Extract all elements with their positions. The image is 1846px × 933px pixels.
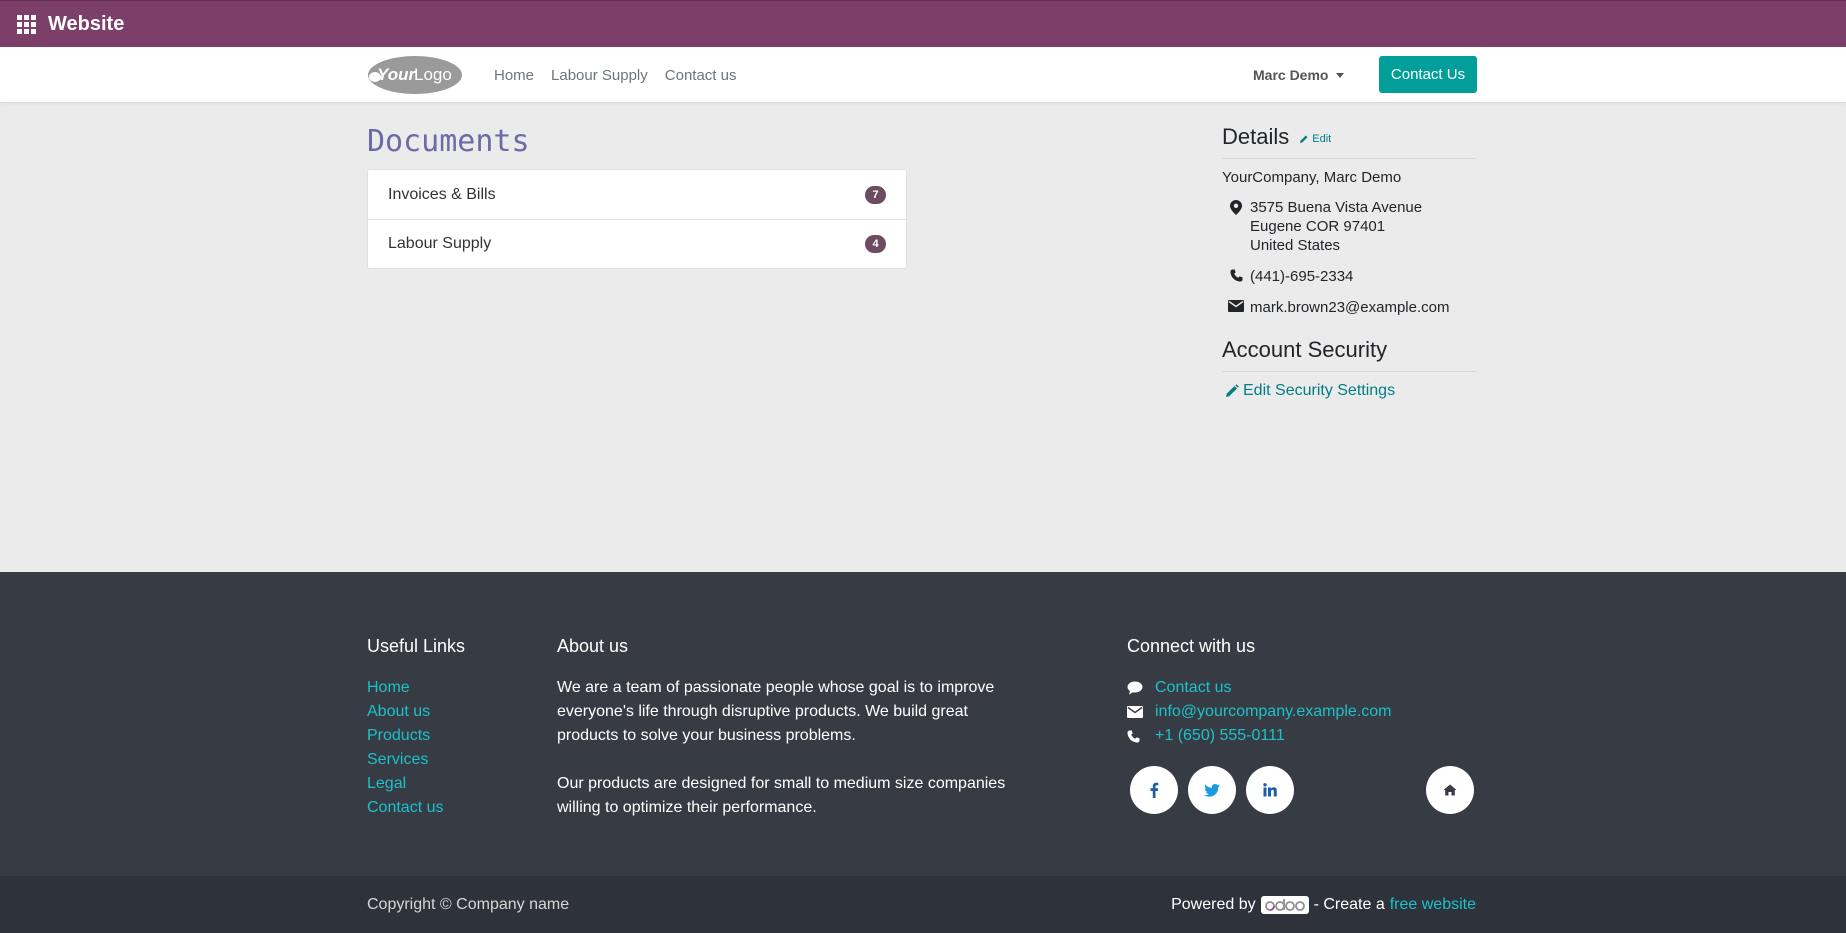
footer-link-home[interactable]: Home bbox=[367, 676, 443, 700]
create-label: - Create a bbox=[1313, 895, 1385, 913]
useful-links: Home About us Products Services Legal Co… bbox=[367, 676, 443, 820]
contact-us-button[interactable]: Contact Us bbox=[1379, 56, 1477, 93]
powered-by-label: Powered by bbox=[1171, 895, 1256, 913]
connect-list: Contact us info@yourcompany.example.com … bbox=[1127, 676, 1392, 748]
footer-link-products[interactable]: Products bbox=[367, 724, 443, 748]
details-header: Details Edit bbox=[1222, 124, 1476, 159]
about-us-title: About us bbox=[557, 636, 629, 656]
address-line-1: 3575 Buena Vista Avenue bbox=[1250, 199, 1423, 216]
documents-title: Documents bbox=[367, 124, 530, 159]
about-us-text: We are a team of passionate people whose… bbox=[557, 676, 1007, 820]
footer-link-about-us[interactable]: About us bbox=[367, 700, 443, 724]
home-icon[interactable] bbox=[1426, 766, 1474, 814]
count-badge: 7 bbox=[865, 185, 886, 204]
phone-row: (441)-695-2334 bbox=[1222, 267, 1476, 286]
odoo-logo[interactable] bbox=[1260, 895, 1309, 914]
app-bar: Website bbox=[0, 0, 1846, 47]
account-security-header: Account Security bbox=[1222, 337, 1476, 372]
chat-icon bbox=[1127, 681, 1155, 695]
connect-email-row[interactable]: info@yourcompany.example.com bbox=[1127, 700, 1392, 724]
powered-by: Powered by - Create a free website bbox=[1171, 876, 1476, 933]
company-name: YourCompany, Marc Demo bbox=[1222, 169, 1402, 186]
envelope-icon bbox=[1127, 706, 1155, 718]
edit-details-link[interactable]: Edit bbox=[1299, 133, 1331, 145]
pencil-icon bbox=[1300, 135, 1308, 143]
envelope-icon bbox=[1222, 298, 1250, 317]
account-security-title: Account Security bbox=[1222, 337, 1388, 362]
document-item-labour-supply[interactable]: Labour Supply 4 bbox=[368, 219, 906, 268]
connect-phone-row[interactable]: +1 (650) 555-0111 bbox=[1127, 724, 1392, 748]
useful-links-title: Useful Links bbox=[367, 636, 466, 656]
nav-home[interactable]: Home bbox=[494, 67, 534, 84]
caret-down-icon bbox=[1336, 72, 1345, 78]
address-line-2: Eugene COR 97401 bbox=[1250, 218, 1386, 235]
main-nav: Home Labour Supply Contact us bbox=[494, 47, 736, 103]
document-label: Labour Supply bbox=[388, 235, 492, 252]
count-badge: 4 bbox=[865, 235, 886, 253]
footer-link-contact-us[interactable]: Contact us bbox=[367, 796, 443, 820]
map-marker-icon bbox=[1222, 198, 1250, 255]
nav-contact-us[interactable]: Contact us bbox=[665, 67, 737, 84]
phone-icon bbox=[1222, 267, 1250, 286]
website-header: Your Logo Home Labour Supply Contact us … bbox=[0, 47, 1846, 103]
address-line-3: United States bbox=[1250, 237, 1341, 254]
phone-number: (441)-695-2334 bbox=[1250, 268, 1354, 285]
copyright-text: Copyright © Company name bbox=[367, 895, 570, 913]
linkedin-icon[interactable] bbox=[1246, 766, 1294, 814]
email-row: mark.brown23@example.com bbox=[1222, 298, 1476, 317]
connect-title: Connect with us bbox=[1127, 636, 1256, 656]
svg-text:Logo: Logo bbox=[414, 65, 452, 84]
free-website-link[interactable]: free website bbox=[1390, 896, 1476, 914]
facebook-icon[interactable] bbox=[1130, 766, 1178, 814]
document-label: Invoices & Bills bbox=[388, 185, 496, 203]
user-name: Marc Demo bbox=[1253, 67, 1329, 83]
email-address: mark.brown23@example.com bbox=[1250, 299, 1450, 316]
about-paragraph-2: Our products are designed for small to m… bbox=[557, 775, 1006, 816]
edit-label: Edit bbox=[1312, 133, 1332, 145]
document-item-invoices[interactable]: Invoices & Bills 7 bbox=[368, 170, 906, 219]
app-title: Website bbox=[48, 12, 125, 35]
nav-labour-supply[interactable]: Labour Supply bbox=[551, 67, 648, 84]
edit-security-label: Edit Security Settings bbox=[1243, 382, 1396, 399]
documents-list: Invoices & Bills 7 Labour Supply 4 bbox=[367, 169, 907, 269]
user-menu[interactable]: Marc Demo bbox=[1253, 47, 1345, 103]
about-paragraph-1: We are a team of passionate people whose… bbox=[557, 679, 995, 744]
copyright-bar: Copyright © Company name Powered by - Cr… bbox=[0, 876, 1846, 933]
edit-security-settings-link[interactable]: Edit Security Settings bbox=[1222, 382, 1476, 400]
connect-phone-link: +1 (650) 555-0111 bbox=[1155, 727, 1285, 744]
footer: Useful Links Home About us Products Serv… bbox=[0, 572, 1846, 876]
details-title: Details bbox=[1222, 124, 1290, 149]
twitter-icon[interactable] bbox=[1188, 766, 1236, 814]
apps-grid-icon[interactable] bbox=[14, 12, 38, 36]
svg-text:Your: Your bbox=[377, 65, 416, 84]
phone-icon bbox=[1127, 730, 1155, 743]
connect-contact-link: Contact us bbox=[1155, 679, 1232, 696]
footer-link-services[interactable]: Services bbox=[367, 748, 443, 772]
footer-link-legal[interactable]: Legal bbox=[367, 772, 443, 796]
details-panel: Details Edit YourCompany, Marc Demo 3575… bbox=[1222, 124, 1476, 400]
connect-contact-row[interactable]: Contact us bbox=[1127, 676, 1392, 700]
address-row: 3575 Buena Vista Avenue Eugene COR 97401… bbox=[1222, 198, 1476, 255]
pencil-icon bbox=[1226, 384, 1239, 397]
connect-email-link: info@yourcompany.example.com bbox=[1155, 703, 1392, 720]
site-logo[interactable]: Your Logo bbox=[367, 55, 463, 95]
